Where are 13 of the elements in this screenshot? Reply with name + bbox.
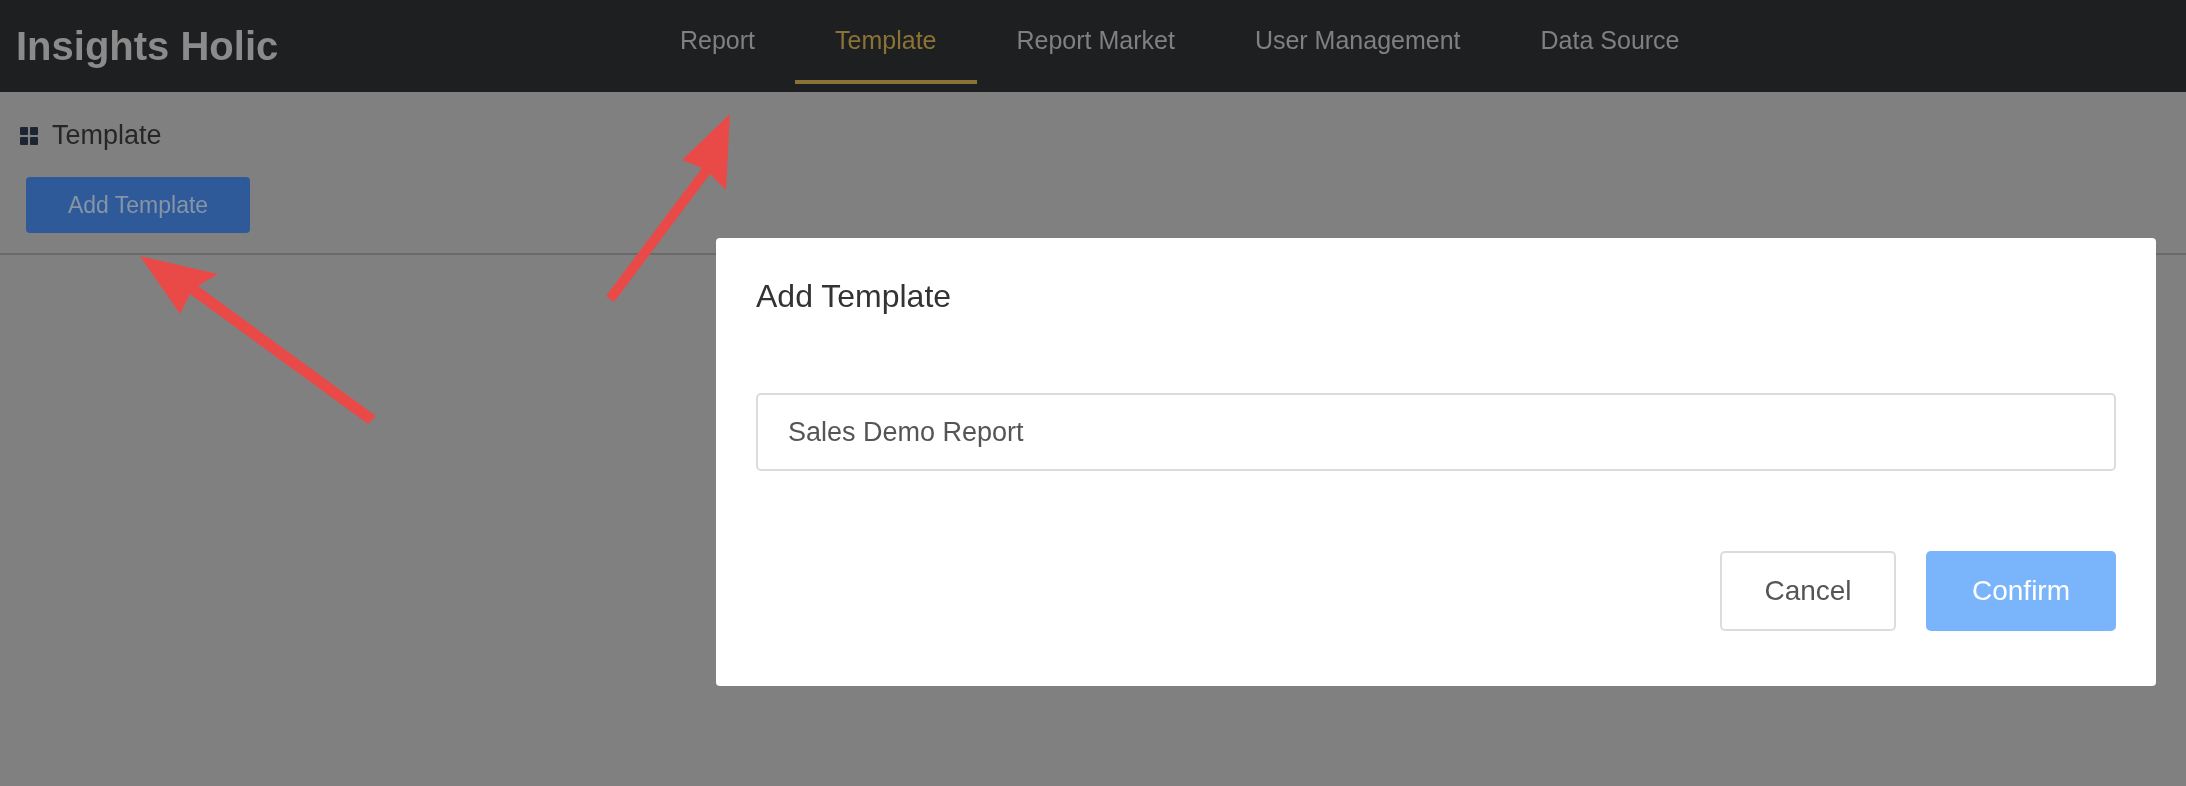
app-title: Insights Holic [16,23,280,69]
nav-tab[interactable]: Report [640,0,796,84]
add-template-button[interactable]: Add Template [26,177,250,233]
nav-tab[interactable]: Template [795,0,977,84]
dialog-title: Add Template [756,278,953,315]
cancel-button[interactable]: Cancel [1720,551,1896,631]
page-heading: Template [52,120,162,151]
confirm-button[interactable]: Confirm [1926,551,2116,631]
name-input-field[interactable]: Sales Demo Report [756,393,2116,471]
nav-tab[interactable]: User Management [1214,0,1501,84]
nav-tab[interactable]: Data Source [1500,0,1720,84]
nav-tab[interactable]: Report Market [976,0,1215,84]
grid-icon [20,126,38,145]
